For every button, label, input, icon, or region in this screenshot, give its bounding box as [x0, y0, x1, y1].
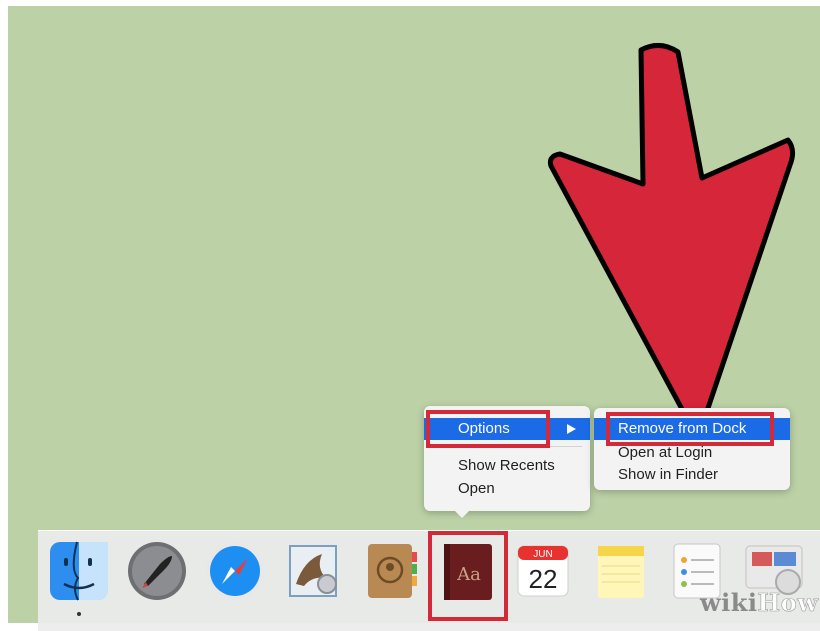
- dock-app-contacts[interactable]: [360, 540, 422, 602]
- menu-item-options[interactable]: Options: [424, 418, 590, 440]
- open-at-login-label: Open at Login: [618, 444, 713, 461]
- open-label: Open: [458, 480, 495, 497]
- dock-context-menu: Options Show Recents Open: [424, 406, 590, 511]
- dock-app-safari[interactable]: [204, 540, 266, 602]
- svg-text:JUN: JUN: [533, 549, 552, 560]
- show-recents-label: Show Recents: [458, 457, 555, 474]
- svg-text:Aa: Aa: [456, 564, 481, 585]
- submenu-arrow-icon: [567, 424, 576, 434]
- contacts-icon: [368, 544, 417, 598]
- dock-app-launchpad[interactable]: [126, 540, 188, 602]
- options-submenu: Remove from Dock Open at Login Show in F…: [594, 408, 790, 490]
- running-indicator: [77, 612, 81, 616]
- menu-item-open-at-login[interactable]: Open at Login: [594, 442, 790, 464]
- menu-pointer-tail: [452, 508, 472, 518]
- menu-item-show-recents[interactable]: Show Recents: [424, 455, 590, 477]
- mail-icon: [289, 545, 337, 597]
- svg-text:22: 22: [529, 564, 558, 594]
- wikihow-watermark: wikiHow: [700, 588, 819, 618]
- menu-item-show-in-finder[interactable]: Show in Finder: [594, 464, 790, 486]
- dock-app-calendar[interactable]: JUN 22: [512, 540, 574, 602]
- dock-app-mail[interactable]: [282, 540, 344, 602]
- dictionary-icon: Aa: [444, 544, 492, 600]
- options-label: Options: [458, 420, 510, 437]
- dock-app-finder[interactable]: [48, 540, 110, 602]
- safari-icon: [206, 542, 264, 600]
- remove-from-dock-label: Remove from Dock: [618, 420, 747, 437]
- menu-item-remove-from-dock[interactable]: Remove from Dock: [594, 418, 790, 440]
- calendar-icon: JUN 22: [517, 545, 569, 597]
- dock-app-notes[interactable]: [590, 540, 652, 602]
- launchpad-icon: [128, 542, 186, 600]
- dock-app-dictionary[interactable]: Aa: [436, 540, 498, 602]
- finder-icon: [50, 541, 108, 601]
- show-in-finder-label: Show in Finder: [618, 466, 719, 483]
- notes-icon: [598, 546, 644, 598]
- menu-item-open[interactable]: Open: [424, 478, 590, 500]
- menu-divider: [432, 446, 582, 447]
